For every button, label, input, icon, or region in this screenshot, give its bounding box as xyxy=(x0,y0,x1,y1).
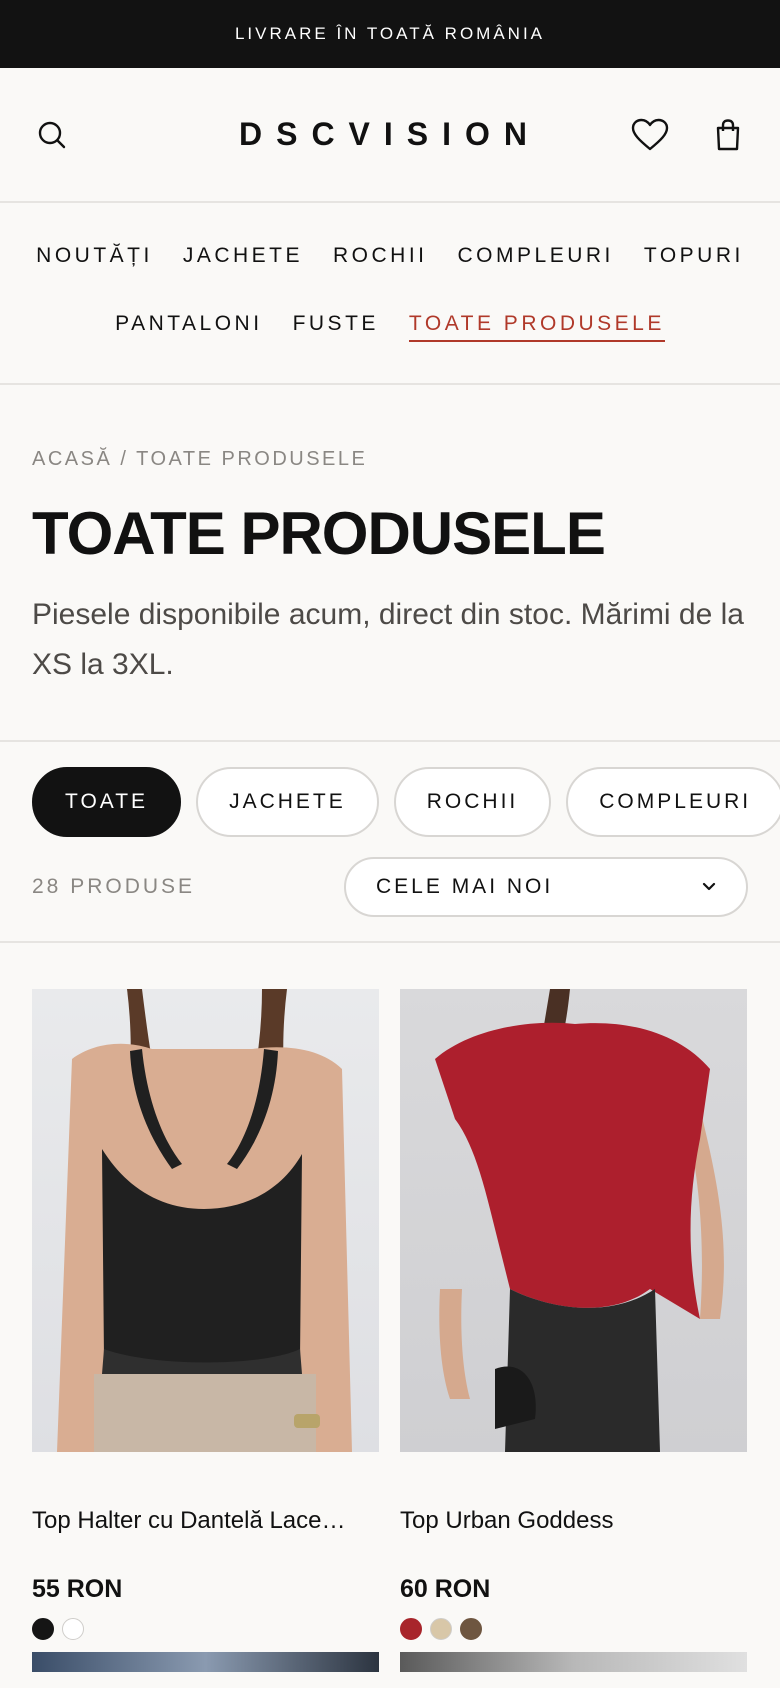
product-image[interactable] xyxy=(400,989,747,1452)
chevron-down-icon xyxy=(702,882,716,891)
product-image[interactable] xyxy=(400,1652,747,1672)
nav-row-2: PANTALONI FUSTE TOATE PRODUSELE xyxy=(115,312,665,342)
product-image[interactable] xyxy=(32,1652,379,1672)
nav-item-noutati[interactable]: NOUTĂȚI xyxy=(36,244,153,272)
heart-icon[interactable] xyxy=(630,115,670,155)
nav-item-jachete[interactable]: JACHETE xyxy=(183,244,303,272)
header-actions xyxy=(630,115,748,155)
product-card[interactable]: Top Halter cu Dantelă Lace… 55 RON xyxy=(32,989,379,1640)
color-swatch[interactable] xyxy=(400,1618,422,1640)
results-row: 28 PRODUSE CELE MAI NOI xyxy=(0,857,780,917)
breadcrumb[interactable]: ACASĂ / TOATE PRODUSELE xyxy=(32,385,748,471)
product-grid: Top Halter cu Dantelă Lace… 55 RON Top U… xyxy=(0,943,780,1640)
nav-item-toate-produsele[interactable]: TOATE PRODUSELE xyxy=(408,312,665,342)
color-swatch[interactable] xyxy=(460,1618,482,1640)
next-products-peek xyxy=(0,1640,780,1672)
product-price: 55 RON xyxy=(32,1575,123,1603)
color-swatch[interactable] xyxy=(430,1618,452,1640)
product-price: 60 RON xyxy=(400,1575,491,1603)
nav-item-rochii[interactable]: ROCHII xyxy=(333,244,428,272)
filter-chips: TOATE JACHETE ROCHII COMPLEURI xyxy=(0,767,780,837)
color-swatch[interactable] xyxy=(62,1618,84,1640)
filter-chip-jachete[interactable]: JACHETE xyxy=(196,767,379,837)
sort-label: CELE MAI NOI xyxy=(376,875,554,898)
brand-logo[interactable]: DSCVISION xyxy=(239,116,541,152)
nav-item-pantaloni[interactable]: PANTALONI xyxy=(115,312,262,342)
announcement-bar: LIVRARE ÎN TOATĂ ROMÂNIA xyxy=(0,0,780,68)
page-description: Piesele disponibile acum, direct din sto… xyxy=(32,598,744,681)
category-nav: NOUTĂȚI JACHETE ROCHII COMPLEURI TOPURI … xyxy=(0,203,780,385)
filter-chip-compleuri[interactable]: COMPLEURI xyxy=(566,767,780,837)
product-count: 28 PRODUSE xyxy=(32,875,196,898)
color-swatch[interactable] xyxy=(32,1618,54,1640)
nav-item-compleuri[interactable]: COMPLEURI xyxy=(458,244,614,272)
product-image[interactable] xyxy=(32,989,379,1452)
nav-item-topuri[interactable]: TOPURI xyxy=(644,244,744,272)
product-card[interactable]: Top Urban Goddess 60 RON xyxy=(400,989,747,1640)
announcement-text: LIVRARE ÎN TOATĂ ROMÂNIA xyxy=(234,24,546,43)
color-swatches xyxy=(400,1618,747,1640)
site-header: DSCVISION xyxy=(0,68,780,203)
page-title: TOATE PRODUSELE xyxy=(32,500,606,567)
filter-chip-rochii[interactable]: ROCHII xyxy=(393,767,552,837)
product-name[interactable]: Top Urban Goddess xyxy=(400,1507,747,1535)
shopping-bag-icon[interactable] xyxy=(708,115,748,155)
sort-select[interactable]: CELE MAI NOI xyxy=(344,857,748,917)
nav-item-fuste[interactable]: FUSTE xyxy=(293,312,379,342)
search-icon[interactable] xyxy=(32,115,72,155)
nav-row-1: NOUTĂȚI JACHETE ROCHII COMPLEURI TOPURI xyxy=(36,244,744,272)
filter-chip-toate[interactable]: TOATE xyxy=(32,767,182,837)
filter-bar: TOATE JACHETE ROCHII COMPLEURI 28 PRODUS… xyxy=(0,742,780,943)
product-name[interactable]: Top Halter cu Dantelă Lace… xyxy=(32,1507,379,1535)
page-intro: ACASĂ / TOATE PRODUSELE TOATE PRODUSELE … xyxy=(0,385,780,742)
color-swatches xyxy=(32,1618,379,1640)
